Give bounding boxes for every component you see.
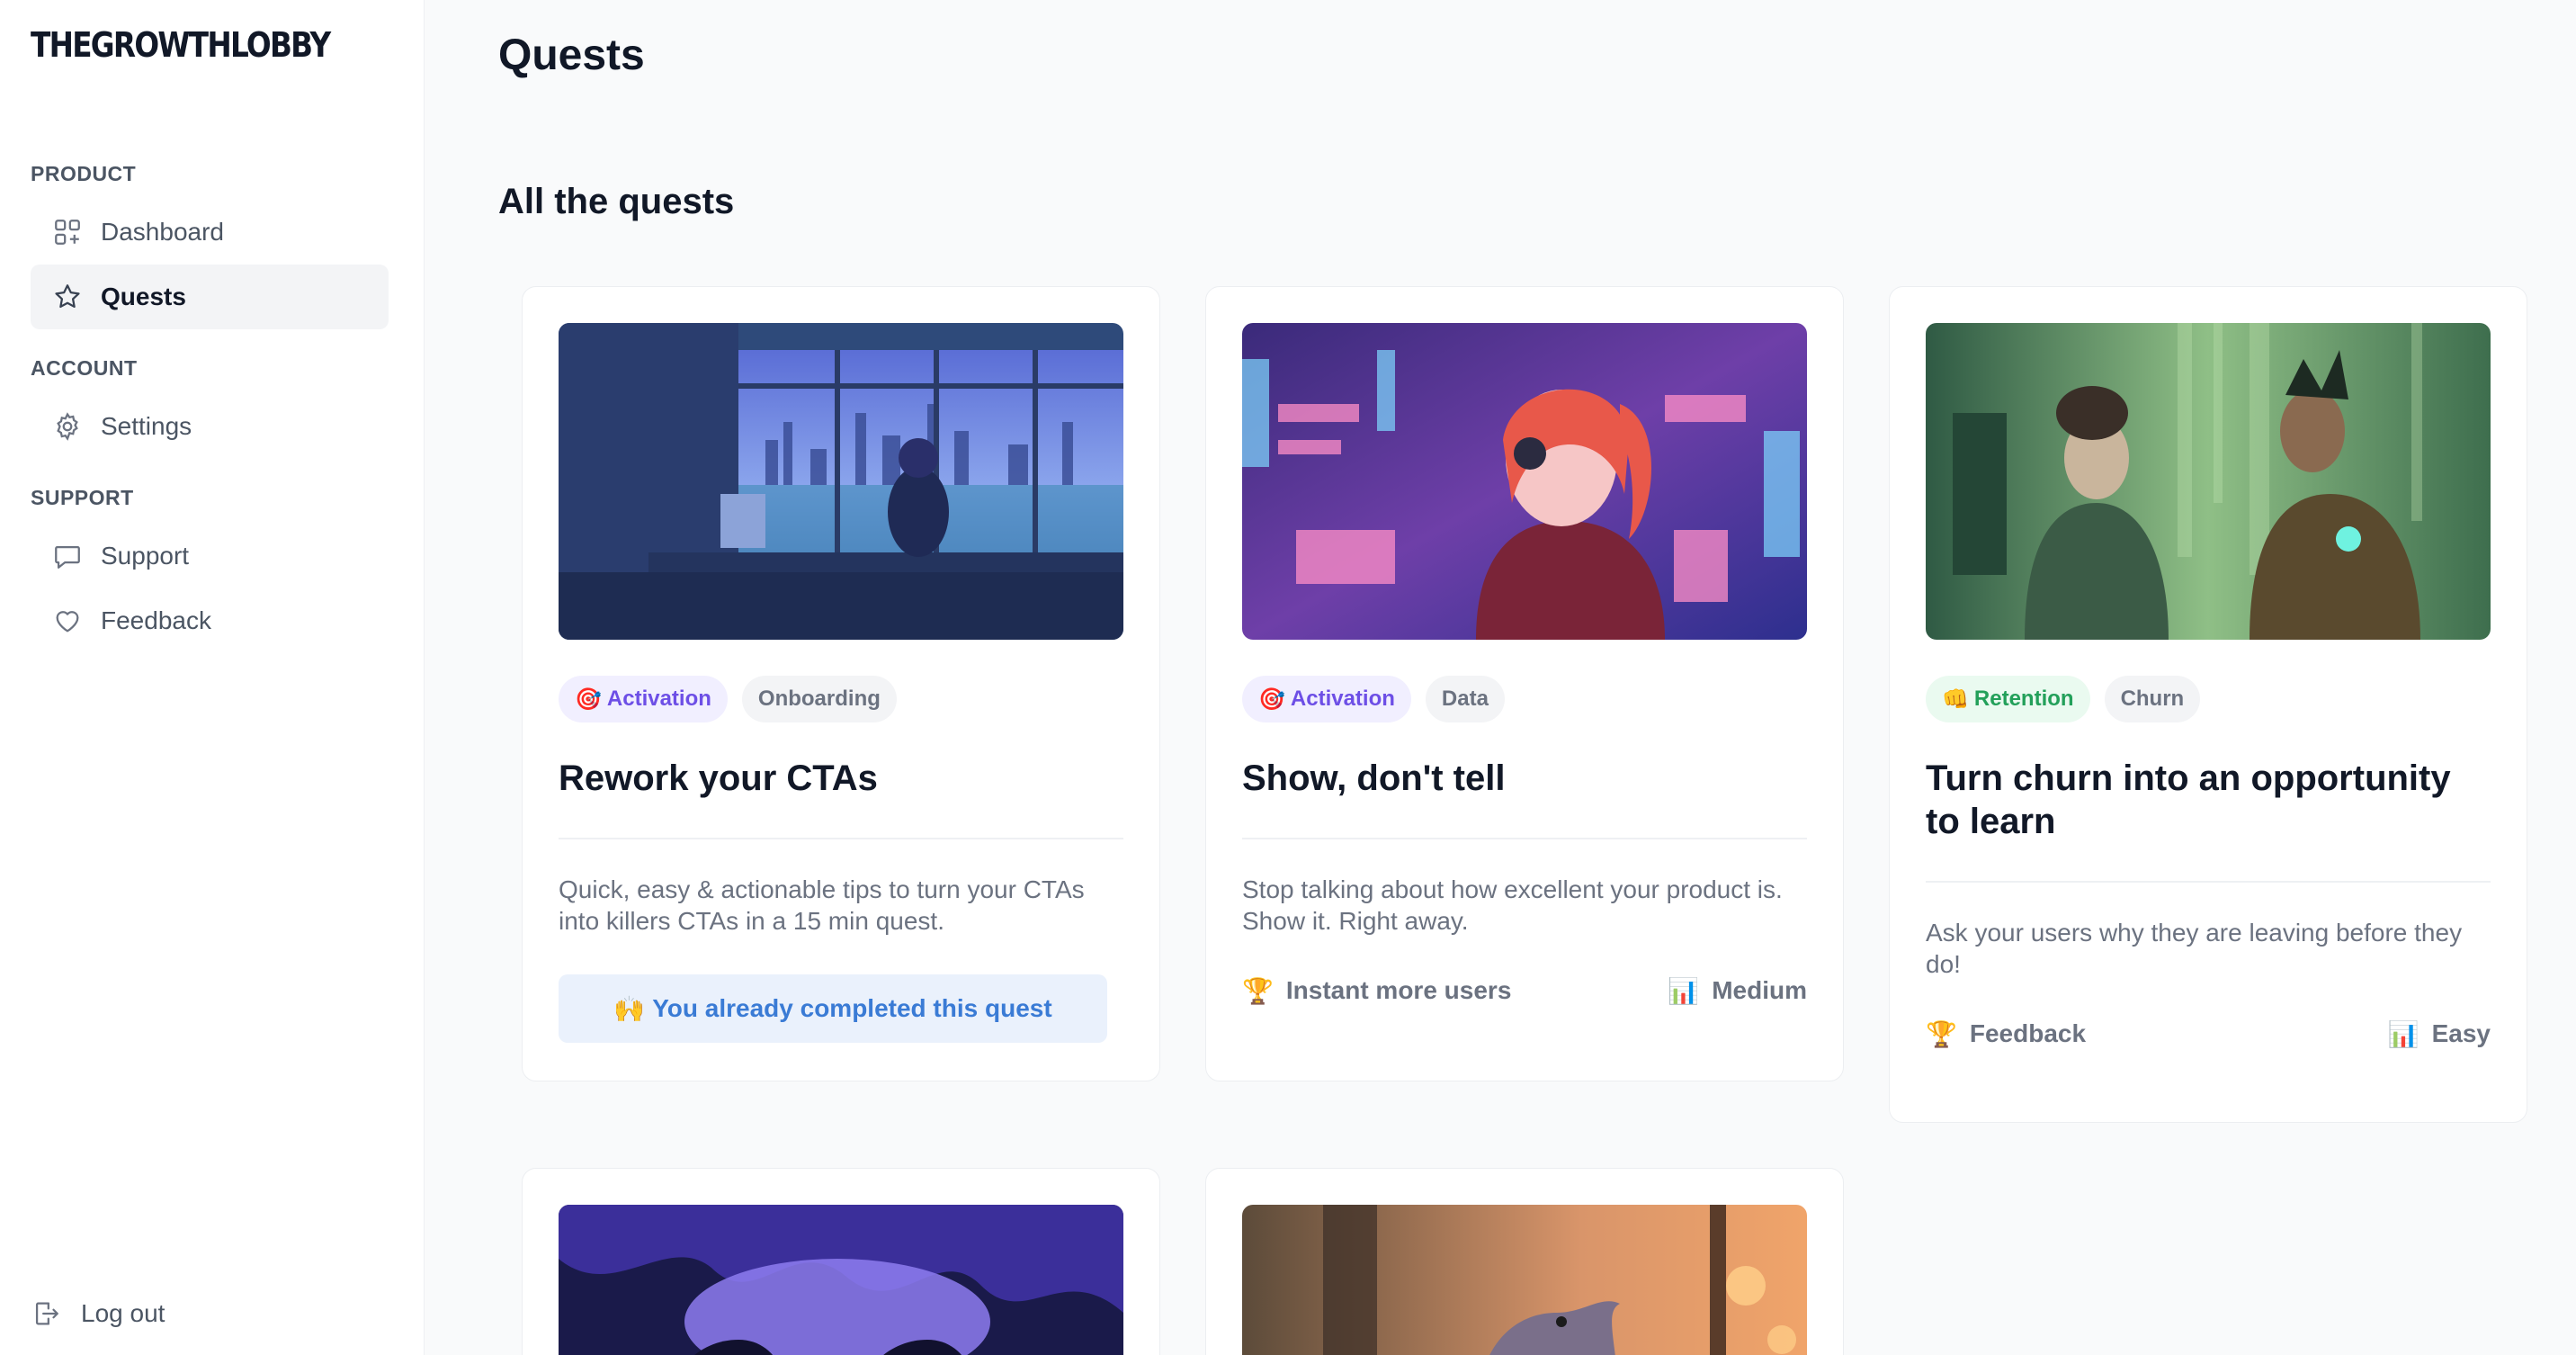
logout-label: Log out (81, 1299, 165, 1327)
star-icon (55, 284, 80, 309)
tag-churn[interactable]: Churn (2104, 676, 2201, 722)
sidebar-item-label: Dashboard (101, 218, 224, 246)
quest-goal: 🏆 Instant more users (1242, 976, 1511, 1006)
section-title-product: PRODUCT (31, 162, 137, 185)
trophy-icon: 🏆 (1926, 1018, 1957, 1049)
sidebar-item-label: Support (101, 542, 190, 570)
page-title: Quests (498, 31, 645, 79)
bar-chart-icon: 📊 (1668, 975, 1700, 1006)
sidebar-item-label: Feedback (101, 606, 211, 634)
sidebar-item-label: Quests (101, 283, 186, 310)
fist-icon: 👊 (1942, 686, 1969, 712)
sidebar-item-label: Settings (101, 412, 192, 440)
tag-list: 🎯 Activation Data (1242, 676, 1505, 722)
tag-retention[interactable]: 👊 Retention (1926, 676, 2090, 722)
sidebar: THEGROWTHLOBBY PRODUCT Dashboard Quests … (0, 0, 425, 1355)
tag-activation[interactable]: 🎯 Activation (559, 676, 728, 722)
tag-label: Onboarding (757, 686, 881, 711)
brand-logo[interactable]: THEGROWTHLOBBY (31, 25, 331, 65)
quest-image (1926, 323, 2491, 640)
target-icon: 🎯 (575, 686, 602, 712)
divider (559, 838, 1123, 839)
target-icon: 🎯 (1258, 686, 1285, 712)
difficulty-label: Easy (2431, 1019, 2491, 1047)
quest-card-5[interactable] (1205, 1168, 1844, 1355)
gear-icon (57, 412, 78, 441)
quest-footer: 🏆 Instant more users 📊 Medium (1242, 973, 1807, 1009)
trophy-icon: 🏆 (1242, 975, 1274, 1006)
quest-difficulty: 📊 Easy (2388, 1019, 2491, 1049)
completed-label: You already completed this quest (652, 994, 1052, 1022)
quest-card-churn[interactable]: 👊 Retention Churn Turn churn into an opp… (1889, 286, 2527, 1123)
sidebar-item-support[interactable]: Support (31, 524, 389, 588)
tag-onboarding[interactable]: Onboarding (741, 676, 897, 722)
goal-label: Feedback (1969, 1019, 2087, 1047)
tag-label: Activation (606, 686, 711, 711)
logout-button[interactable]: Log out (31, 1281, 165, 1346)
tag-label: Retention (1973, 686, 2074, 711)
quest-footer: 🏆 Feedback 📊 Easy (1926, 1016, 2491, 1052)
quest-title[interactable]: Rework your CTAs (559, 757, 1125, 800)
tag-label: Churn (2120, 686, 2185, 711)
quest-image (1242, 1205, 1807, 1355)
section-title-support: SUPPORT (31, 486, 134, 509)
quest-goal: 🏆 Feedback (1926, 1019, 2086, 1049)
quest-difficulty: 📊 Medium (1668, 976, 1807, 1006)
quest-description: Ask your users why they are leaving befo… (1926, 919, 2463, 978)
chat-bubble-icon (55, 545, 80, 569)
quest-description: Quick, easy & actionable tips to turn yo… (559, 875, 1085, 935)
tag-label: Data (1441, 686, 1489, 711)
quest-image (559, 323, 1123, 640)
divider (1926, 881, 2491, 883)
sidebar-item-feedback[interactable]: Feedback (31, 588, 389, 653)
difficulty-label: Medium (1712, 976, 1807, 1004)
heart-icon (56, 611, 79, 633)
tag-data[interactable]: Data (1425, 676, 1505, 722)
quest-completed-button[interactable]: 🙌 You already completed this quest (559, 974, 1107, 1043)
goal-label: Instant more users (1285, 976, 1512, 1004)
quest-title[interactable]: Turn churn into an opportunity to learn (1926, 757, 2492, 843)
quest-image (1242, 323, 1807, 640)
quest-title[interactable]: Show, don't tell (1242, 757, 1809, 800)
divider (1242, 838, 1807, 839)
raised-hands-icon: 🙌 (613, 993, 646, 1024)
quest-card-rework-ctas[interactable]: 🎯 Activation Onboarding Rework your CTAs… (522, 286, 1160, 1081)
quest-image (559, 1205, 1123, 1355)
quest-description: Stop talking about how excellent your pr… (1242, 875, 1783, 935)
bar-chart-icon: 📊 (2387, 1018, 2419, 1049)
tag-list: 🎯 Activation Onboarding (559, 676, 897, 722)
section-title-account: ACCOUNT (31, 356, 138, 380)
tag-activation[interactable]: 🎯 Activation (1242, 676, 1411, 722)
sidebar-item-dashboard[interactable]: Dashboard (31, 200, 389, 265)
tag-list: 👊 Retention Churn (1926, 676, 2201, 722)
quest-card-4[interactable] (522, 1168, 1160, 1355)
sidebar-item-settings[interactable]: Settings (31, 394, 389, 459)
quest-card-show-dont-tell[interactable]: 🎯 Activation Data Show, don't tell Stop … (1205, 286, 1844, 1081)
dashboard-grid-icon (55, 220, 80, 245)
sidebar-item-quests[interactable]: Quests (31, 265, 389, 329)
logout-icon (35, 1302, 58, 1325)
section-heading: All the quests (498, 182, 735, 221)
tag-label: Activation (1290, 686, 1395, 711)
